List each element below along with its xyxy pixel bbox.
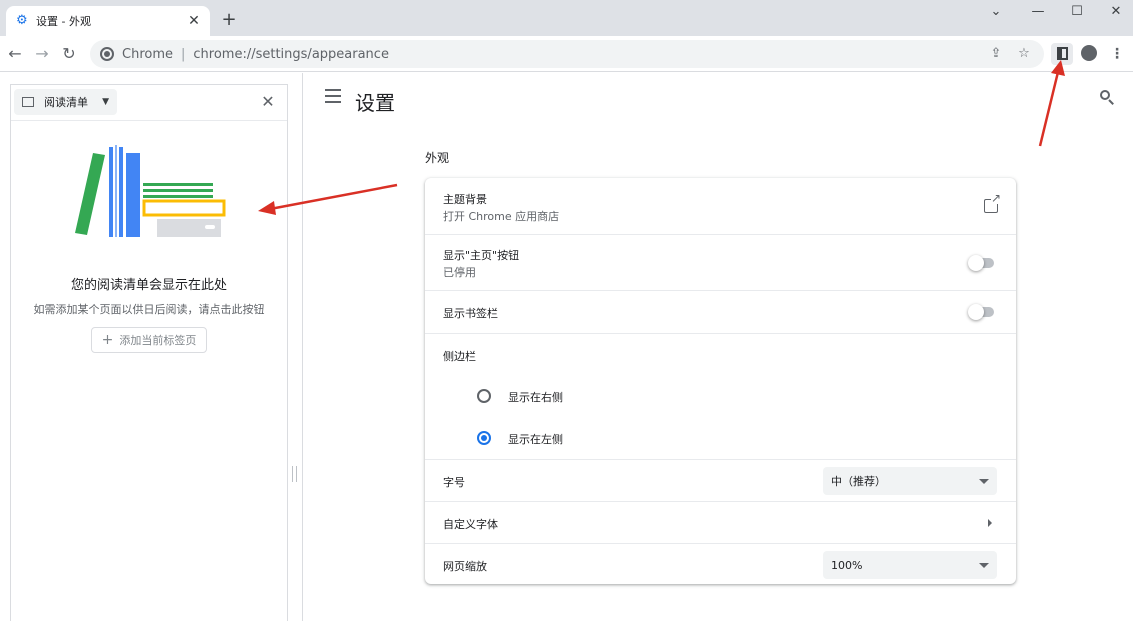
section-title: 外观	[425, 151, 450, 165]
side-panel-button[interactable]	[1051, 43, 1073, 65]
dropdown-caret-icon	[979, 478, 989, 484]
bookmark-star-icon[interactable]: ☆	[1014, 44, 1034, 64]
home-button-toggle[interactable]	[968, 255, 996, 271]
hamburger-menu-icon[interactable]	[325, 89, 341, 103]
minimize-button[interactable]: —	[1018, 0, 1058, 24]
page-zoom-value: 100%	[831, 558, 863, 572]
add-current-tab-label: 添加当前标签页	[119, 334, 197, 347]
share-icon[interactable]: ⇪	[986, 44, 1006, 64]
tab-strip: ⚙ 设置 - 外观 ✕ + ⌄ — ☐ ✕	[0, 0, 1133, 36]
side-panel-close-icon[interactable]: ✕	[259, 93, 277, 111]
font-size-row: 字号 中（推荐）	[425, 459, 1016, 501]
bookmarks-bar-row: 显示书签栏	[425, 290, 1016, 333]
side-panel-icon	[1056, 46, 1068, 60]
reading-list-empty-title: 您的阅读清单会显示在此处	[70, 278, 227, 293]
maximize-button[interactable]: ☐	[1057, 0, 1097, 24]
forward-button[interactable]: →	[31, 43, 53, 65]
plus-icon: +	[101, 332, 114, 348]
custom-fonts-label: 自定义字体	[443, 518, 498, 531]
custom-fonts-row[interactable]: 自定义字体	[425, 501, 1016, 543]
tab-settings[interactable]: ⚙ 设置 - 外观 ✕	[6, 6, 210, 36]
font-size-select[interactable]: 中（推荐）	[823, 467, 997, 495]
tab-title: 设置 - 外观	[36, 15, 91, 28]
reading-list-illustration	[75, 145, 226, 237]
side-panel-header: 阅读清单 ▼ ✕	[11, 85, 287, 121]
radio-right-label[interactable]: 显示在右侧	[508, 389, 563, 405]
tab-search-chevron-icon[interactable]: ⌄	[976, 0, 1016, 24]
settings-page: 设置 外观 主题背景 打开 Chrome 应用商店 显示"主页"按钮 已停用 显…	[302, 73, 1133, 621]
page-zoom-row: 网页缩放 100%	[425, 543, 1016, 584]
appearance-card: 主题背景 打开 Chrome 应用商店 显示"主页"按钮 已停用 显示书签栏 侧…	[425, 178, 1016, 584]
font-size-label: 字号	[443, 476, 465, 489]
side-panel-row: 侧边栏 显示在右侧 显示在左侧	[425, 333, 1016, 459]
page-title: 设置	[355, 91, 395, 115]
page-zoom-label: 网页缩放	[443, 560, 487, 573]
home-button-label: 显示"主页"按钮	[443, 249, 520, 262]
home-button-row: 显示"主页"按钮 已停用	[425, 234, 1016, 290]
side-panel: 阅读清单 ▼ ✕ 您的阅读清单会显示在此处 如需添加某个页面以供日后阅读，请点击…	[10, 84, 288, 621]
bookmarks-bar-toggle[interactable]	[968, 304, 996, 320]
caret-down-icon: ▼	[102, 97, 109, 107]
reload-button[interactable]: ↻	[58, 43, 80, 65]
new-tab-button[interactable]: +	[219, 10, 239, 30]
side-panel-label: 侧边栏	[443, 350, 476, 363]
page-zoom-select[interactable]: 100%	[823, 551, 997, 579]
dropdown-caret-icon	[979, 562, 989, 568]
address-bar[interactable]: Chrome | chrome://settings/appearance ⇪ …	[90, 40, 1044, 68]
reading-list-icon	[22, 97, 34, 107]
radio-left-label[interactable]: 显示在左侧	[508, 431, 563, 447]
add-current-tab-button[interactable]: + 添加当前标签页	[91, 327, 207, 353]
back-button[interactable]: ←	[4, 43, 26, 65]
avatar-icon	[1081, 45, 1097, 61]
side-panel-selector[interactable]: 阅读清单 ▼	[14, 89, 117, 115]
profile-button[interactable]	[1078, 43, 1100, 65]
theme-sub: 打开 Chrome 应用商店	[443, 210, 560, 223]
site-name: Chrome	[122, 46, 173, 62]
search-icon[interactable]	[1099, 89, 1115, 105]
more-menu-icon[interactable]: ⋮	[1106, 43, 1128, 65]
radio-left[interactable]	[477, 431, 491, 445]
reading-list-empty-desc: 如需添加某个页面以供日后阅读，请点击此按钮	[33, 303, 265, 316]
open-external-icon[interactable]	[984, 192, 1001, 213]
radio-right[interactable]	[477, 389, 491, 403]
home-button-sub: 已停用	[443, 266, 476, 279]
font-size-value: 中（推荐）	[831, 475, 886, 488]
chevron-right-icon	[988, 519, 992, 527]
close-tab-icon[interactable]: ✕	[186, 13, 202, 29]
chrome-site-icon[interactable]	[100, 47, 114, 61]
url-separator: |	[181, 46, 186, 62]
theme-row[interactable]: 主题背景 打开 Chrome 应用商店	[425, 178, 1016, 234]
side-panel-resize-handle[interactable]	[292, 466, 297, 482]
url-text[interactable]: chrome://settings/appearance	[193, 47, 978, 62]
toolbar: ← → ↻ Chrome | chrome://settings/appeara…	[0, 36, 1133, 72]
theme-label: 主题背景	[443, 193, 487, 206]
window-close-button[interactable]: ✕	[1096, 0, 1133, 24]
side-panel-selector-label: 阅读清单	[44, 96, 88, 109]
gear-icon: ⚙	[16, 13, 28, 28]
bookmarks-bar-label: 显示书签栏	[443, 307, 498, 320]
